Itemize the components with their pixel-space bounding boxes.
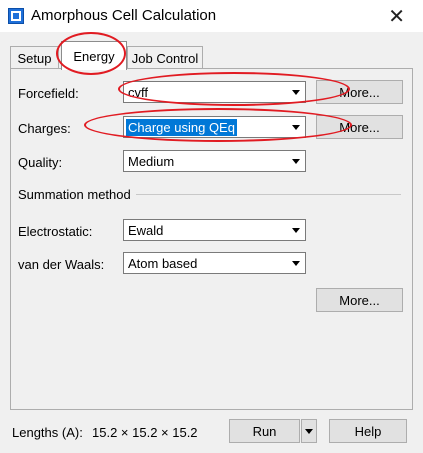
vdw-label: van der Waals:	[18, 257, 105, 272]
chevron-down-icon[interactable]	[286, 253, 305, 273]
chevron-down-icon[interactable]	[286, 151, 305, 171]
electrostatic-value: Ewald	[128, 223, 164, 238]
forcefield-value: cvff	[128, 85, 148, 100]
quality-select[interactable]: Medium	[123, 150, 306, 172]
quality-value: Medium	[128, 154, 175, 169]
run-options-chevron-down-icon[interactable]	[301, 419, 317, 443]
tab-energy[interactable]: Energy	[61, 41, 127, 70]
dialog-client: Setup Job Control Energy Forcefield: cvf…	[0, 32, 423, 453]
summation-heading: Summation method	[18, 187, 131, 202]
forcefield-more-button[interactable]: More...	[316, 80, 403, 104]
app-icon	[8, 8, 24, 24]
energy-panel: Forcefield: cvff More... Charges: Charge…	[10, 68, 413, 410]
quality-label: Quality:	[18, 155, 63, 170]
charges-select[interactable]: Charge using QEq	[123, 116, 306, 138]
charges-label: Charges:	[18, 121, 71, 136]
summation-more-button[interactable]: More...	[316, 288, 403, 312]
charges-more-button[interactable]: More...	[316, 115, 403, 139]
vdw-select[interactable]: Atom based	[123, 252, 306, 274]
tab-job-control[interactable]: Job Control	[127, 46, 203, 69]
electrostatic-label: Electrostatic:	[18, 224, 93, 239]
forcefield-select[interactable]: cvff	[123, 81, 306, 103]
forcefield-label: Forcefield:	[18, 86, 79, 101]
electrostatic-select[interactable]: Ewald	[123, 219, 306, 241]
chevron-down-icon[interactable]	[286, 82, 305, 102]
chevron-down-icon[interactable]	[286, 220, 305, 240]
tab-setup[interactable]: Setup	[10, 46, 59, 69]
vdw-value: Atom based	[128, 256, 198, 271]
window-title: Amorphous Cell Calculation	[31, 7, 217, 24]
charges-value: Charge using QEq	[126, 119, 237, 136]
lengths-value: 15.2 × 15.2 × 15.2	[92, 425, 198, 440]
help-button[interactable]: Help	[329, 419, 407, 443]
run-button[interactable]: Run	[229, 419, 300, 443]
close-icon[interactable]: ✕	[388, 4, 405, 29]
summation-divider	[136, 194, 401, 195]
chevron-down-icon[interactable]	[286, 117, 305, 137]
lengths-label: Lengths (A):	[12, 425, 83, 440]
title-bar: Amorphous Cell Calculation ✕	[0, 0, 423, 32]
